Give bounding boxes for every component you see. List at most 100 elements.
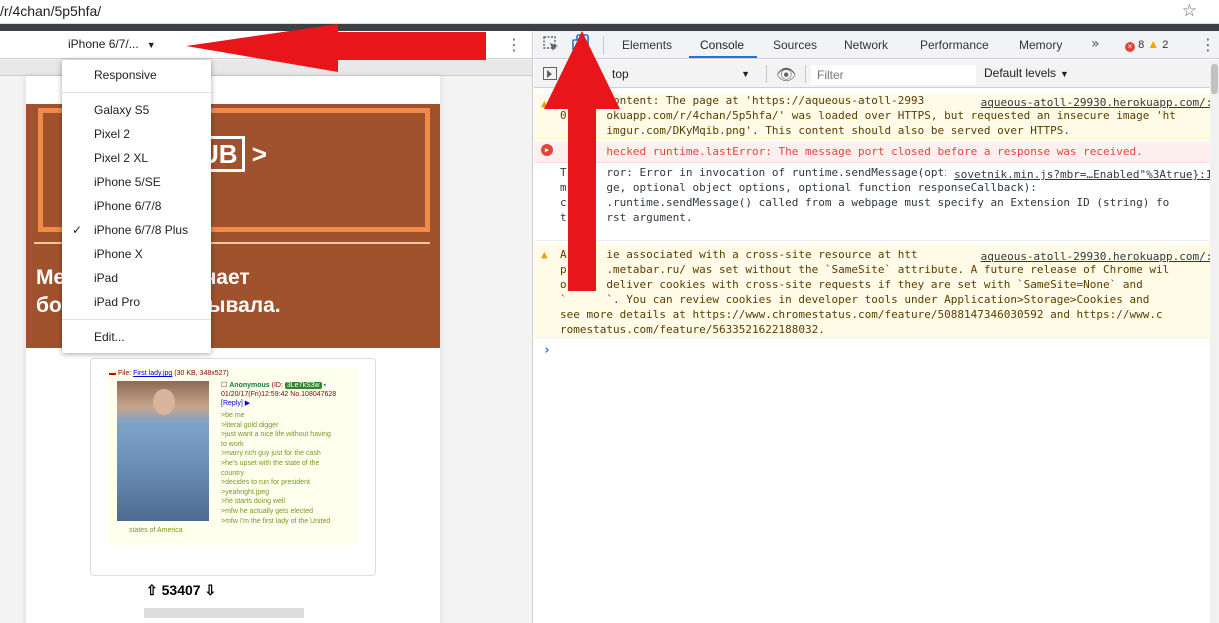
toolbar-separator (766, 65, 767, 83)
device-select-value: iPhone 6/7/... (68, 37, 139, 51)
message-line: romestatus.com/feature/5633521622188032. (560, 323, 825, 336)
menu-item-label: iPhone 5/SE (94, 175, 161, 189)
menu-item-device-checked[interactable]: ✓ iPhone 6/7/8 Plus (62, 219, 211, 241)
devtools-menu-icon[interactable]: ⋮ (1200, 35, 1216, 54)
console-scrollbar[interactable] (1210, 60, 1219, 623)
console-filter-input[interactable] (811, 65, 976, 85)
greentext-line: >he's upset with the state of the (221, 459, 320, 467)
minus-icon: ▬ (109, 370, 116, 377)
url-text[interactable]: /r/4chan/5p5hfa/ (0, 3, 101, 19)
more-tabs-button[interactable]: » (1091, 36, 1100, 52)
greentext-line: >just want a nice life without having (221, 431, 331, 439)
menu-item-label: Pixel 2 (94, 127, 131, 141)
console-message-log[interactable]: T ror: Error in invocation of runtime.se… (534, 165, 1219, 241)
tab-network[interactable]: Network (844, 38, 888, 52)
console-prompt[interactable]: › (543, 343, 551, 358)
menu-item-device[interactable]: iPad (62, 267, 211, 289)
post-photo (117, 381, 209, 521)
console-toolbar: top ▼ 👁 Default levels▼ (534, 60, 1219, 88)
window-divider (0, 24, 1219, 31)
menu-item-device[interactable]: iPhone 5/SE (62, 171, 211, 193)
devtools-tab-bar: Elements Console Sources Network Perform… (534, 31, 1219, 59)
message-line: m ge, optional object options, optional … (560, 181, 1037, 194)
file-name: First lady.jpg (133, 370, 173, 377)
greentext-line: >literal gold digger (221, 421, 279, 429)
menu-item-device[interactable]: Galaxy S5 (62, 99, 211, 121)
message-line: o deliver cookies with cross-site reques… (560, 278, 1143, 291)
tab-elements[interactable]: Elements (622, 38, 672, 52)
post-meta: ☐ Anonymous (ID: 3Le7kS3w ▪ 01/20/17(Fri… (221, 381, 357, 408)
post-name: Anonymous (229, 382, 270, 389)
post-image-card[interactable]: ▬ File: First lady.jpg (30 KB, 348x527) … (90, 358, 376, 576)
message-source-link[interactable]: aqueous-atoll-29930.herokuapp.com/:4 (972, 95, 1219, 110)
devtools-panel: Elements Console Sources Network Perform… (534, 31, 1219, 623)
menu-item-label: iPhone X (94, 247, 143, 261)
error-icon: × (1125, 42, 1135, 52)
menu-separator (62, 319, 211, 320)
console-message-warning[interactable]: ▲ Mi Content: The page at 'https://aqueo… (534, 93, 1219, 139)
message-line: ` `. You can review cookies in developer… (560, 293, 1150, 306)
message-line: see more details at https://www.chromest… (560, 308, 1163, 321)
message-line: hecked runtime.lastError: The message po… (560, 145, 1143, 158)
menu-item-edit[interactable]: Edit... (62, 326, 211, 348)
vote-score[interactable]: ⇧ 53407 ⇩ (146, 582, 216, 599)
message-line: t rst argument. (560, 211, 693, 224)
photo-face (153, 389, 175, 415)
issue-counter[interactable]: × 8 ▲ 2 (1125, 37, 1168, 52)
caret-down-icon: ▼ (741, 69, 750, 79)
menu-item-label: iPhone 6/7/8 (94, 199, 162, 213)
menu-item-label: iPhone 6/7/8 Plus (94, 223, 189, 237)
file-label: File: (117, 370, 132, 377)
greentext-line: >he starts doing well (221, 498, 286, 506)
menu-item-device[interactable]: Pixel 2 XL (62, 147, 211, 169)
post-tail-text: states of America (129, 527, 183, 534)
console-message-warning[interactable]: ▲ A ie associated with a cross-site reso… (534, 244, 1219, 338)
post-id: 3Le7kS3w (284, 382, 322, 389)
tab-memory[interactable]: Memory (1019, 38, 1062, 52)
console-message-error[interactable]: ▶ hecked runtime.lastError: The message … (534, 141, 1219, 163)
post-greentext: >be me >literal gold digger >just want a… (221, 411, 357, 526)
greentext-line: to work (221, 440, 244, 448)
caret-down-icon: ▼ (1060, 69, 1069, 79)
post-reply: [Reply] ▶ (221, 400, 251, 407)
post-date: 01/20/17(Fri)12:59:42 No.108047628 (221, 391, 337, 398)
warning-count: 2 (1162, 39, 1169, 51)
levels-value: Default levels (984, 66, 1057, 80)
menu-item-device[interactable]: iPhone X (62, 243, 211, 265)
message-line: 0. okuapp.com/r/4chan/5p5hfa/' was loade… (560, 109, 1176, 122)
tab-performance[interactable]: Performance (920, 38, 989, 52)
tab-sources[interactable]: Sources (773, 38, 817, 52)
tab-console[interactable]: Console (700, 38, 744, 52)
greentext-line: >yeahright.jpeg (221, 488, 270, 496)
scrollbar-thumb[interactable] (1211, 64, 1218, 94)
greentext-line: >be me (221, 412, 245, 419)
menu-item-device[interactable]: iPhone 6/7/8 (62, 195, 211, 217)
menu-item-label: Pixel 2 XL (94, 151, 149, 165)
greentext-line: >mfw he actually gets elected (221, 507, 314, 515)
greentext-line: >mfw I'm the first lady of the United (221, 517, 331, 525)
menu-item-label: Edit... (94, 330, 125, 344)
4chan-post-screenshot: ▬ File: First lady.jpg (30 KB, 348x527) … (107, 367, 359, 545)
url-bar[interactable]: /r/4chan/5p5hfa/ ☆ (0, 0, 1219, 24)
message-line: p .metabar.ru/ was set without the `Same… (560, 263, 1170, 276)
device-select[interactable]: iPhone 6/7/... ▼ (68, 37, 156, 51)
annotation-arrow-up (544, 31, 620, 291)
message-source-link[interactable]: aqueous-atoll-29930.herokuapp.com/:1 (972, 249, 1219, 264)
menu-item-device[interactable]: iPad Pro (62, 291, 211, 313)
banner-arrow: > (251, 139, 267, 169)
bookmark-star-icon[interactable]: ☆ (1182, 1, 1197, 21)
menu-item-label: iPad Pro (94, 295, 141, 309)
context-select[interactable]: top ▼ (606, 65, 756, 83)
file-info: (30 KB, 348x527) (174, 370, 229, 377)
active-tab-indicator (689, 56, 757, 58)
log-levels-select[interactable]: Default levels ▼ (984, 66, 1069, 80)
greentext-line: >marry rich guy just for the cash (221, 450, 321, 458)
error-count: 8 (1138, 39, 1145, 51)
warning-icon: ▲ (1147, 37, 1160, 51)
greentext-line: country (221, 469, 244, 477)
menu-item-device[interactable]: Pixel 2 (62, 123, 211, 145)
toolbar-separator (805, 65, 806, 83)
more-options-icon[interactable]: ⋮ (506, 35, 522, 54)
message-source-link[interactable]: sovetnik.min.js?mbr=…Enabled"%3Atrue}:15 (946, 167, 1219, 182)
eye-icon[interactable]: 👁 (776, 65, 796, 84)
